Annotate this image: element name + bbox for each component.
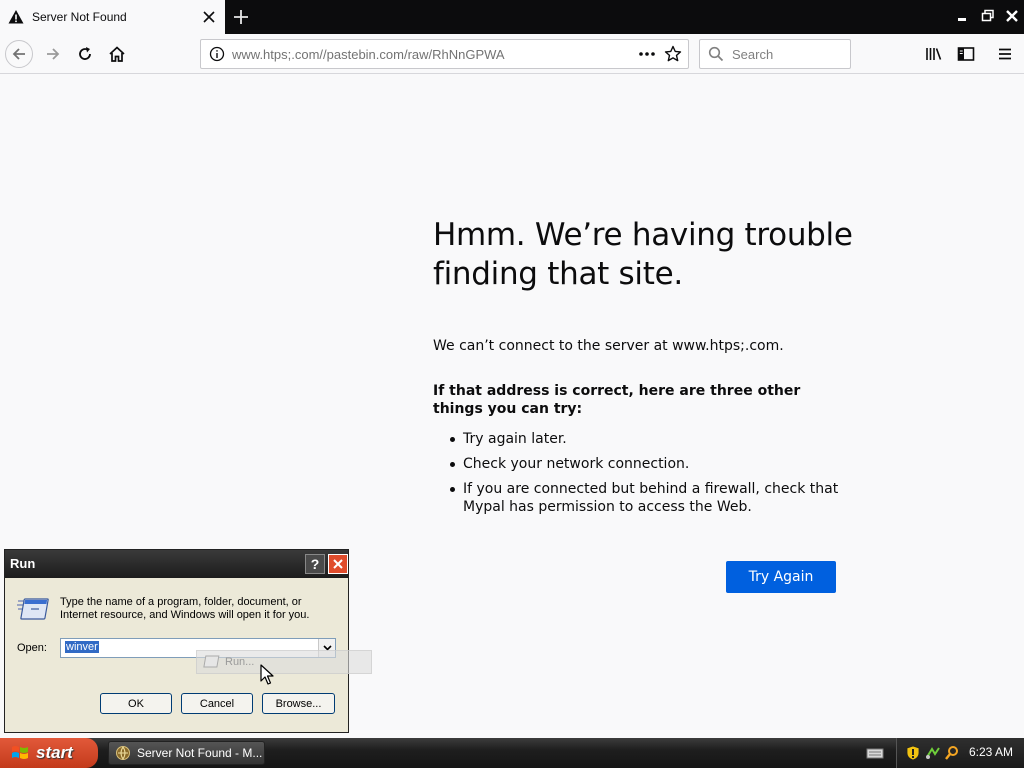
error-message: We can’t connect to the server at www.ht… (433, 338, 784, 354)
open-label: Open: (17, 642, 47, 654)
restore-icon[interactable] (977, 5, 999, 27)
sidebar-icon (957, 47, 975, 61)
cancel-button[interactable]: Cancel (181, 693, 253, 714)
suggestion-heading: If that address is correct, here are thr… (433, 383, 801, 417)
library-icon (926, 48, 942, 60)
taskbar-item-label: Server Not Found - M... (137, 746, 263, 760)
bookmark-star-icon[interactable] (664, 45, 682, 63)
page-actions-icon[interactable] (637, 46, 657, 62)
close-icon (333, 559, 343, 569)
list-item: Check your network connection. (433, 455, 853, 473)
keyboard-icon[interactable] (866, 745, 884, 761)
list-item: Try again later. (433, 430, 853, 448)
open-input-value[interactable]: winver (65, 641, 99, 653)
system-tray: 6:23 AM (896, 738, 1024, 768)
sidebar-button[interactable] (952, 40, 980, 68)
shield-icon[interactable] (905, 745, 921, 761)
suggestion-list: Try again later. Check your network conn… (433, 430, 853, 516)
taskbar-item-browser[interactable]: Server Not Found - M... (108, 741, 265, 765)
reload-button[interactable] (71, 40, 99, 68)
run-ghost-label: Run... (225, 656, 255, 668)
browser-titlebar: Server Not Found (0, 0, 1024, 34)
windows-flag-icon (12, 746, 28, 759)
back-button[interactable] (5, 40, 33, 68)
network-icon[interactable] (925, 745, 941, 761)
search-icon (708, 46, 724, 62)
try-again-button[interactable]: Try Again (726, 561, 836, 593)
clock: 6:23 AM (969, 745, 1014, 759)
run-dialog: Run ? Type the name of a program, folder… (4, 549, 349, 733)
browse-button[interactable]: Browse... (262, 693, 335, 714)
forward-button[interactable] (39, 40, 67, 68)
run-menu-item-ghost: Run... (196, 650, 372, 674)
hamburger-menu-icon (999, 48, 1011, 60)
ok-button[interactable]: OK (100, 693, 172, 714)
reload-icon (79, 47, 91, 60)
url-text[interactable]: www.htps;.com//pastebin.com/raw/RhNnGPWA (232, 47, 688, 62)
help-button[interactable]: ? (305, 554, 325, 574)
error-page: Hmm. We’re having trouble finding that s… (433, 216, 853, 523)
forward-arrow-icon (47, 48, 60, 60)
back-arrow-icon (12, 48, 25, 60)
run-description: Type the name of a program, folder, docu… (60, 596, 310, 621)
search-input[interactable] (732, 46, 842, 62)
start-button[interactable]: start (0, 738, 98, 768)
home-icon (109, 46, 125, 62)
run-dialog-titlebar[interactable]: Run (5, 550, 348, 578)
minimize-icon[interactable] (952, 5, 974, 27)
error-title: Hmm. We’re having trouble finding that s… (433, 217, 853, 292)
menu-button[interactable] (991, 40, 1019, 68)
navigation-toolbar: www.htps;.com//pastebin.com/raw/RhNnGPWA (0, 34, 1024, 74)
library-button[interactable] (920, 40, 948, 68)
search-bar[interactable] (699, 39, 851, 69)
tab-title: Server Not Found (32, 10, 127, 24)
browser-icon (116, 746, 130, 760)
url-bar[interactable]: www.htps;.com//pastebin.com/raw/RhNnGPWA (200, 39, 689, 69)
list-item: If you are connected but behind a firewa… (433, 480, 853, 516)
run-program-icon (17, 598, 49, 620)
close-tab-icon[interactable] (201, 9, 217, 25)
home-button[interactable] (103, 40, 131, 68)
search-tray-icon[interactable] (944, 745, 960, 761)
mouse-cursor-icon (260, 664, 274, 685)
info-icon[interactable] (209, 46, 225, 62)
run-ghost-icon (203, 655, 220, 668)
run-close-button[interactable] (328, 554, 348, 574)
close-window-icon[interactable] (1001, 5, 1023, 27)
new-tab-button[interactable] (228, 4, 254, 30)
start-label: start (36, 743, 73, 762)
warning-icon (8, 10, 24, 24)
run-dialog-title: Run (10, 556, 36, 571)
tab-server-not-found[interactable]: Server Not Found (0, 0, 225, 34)
